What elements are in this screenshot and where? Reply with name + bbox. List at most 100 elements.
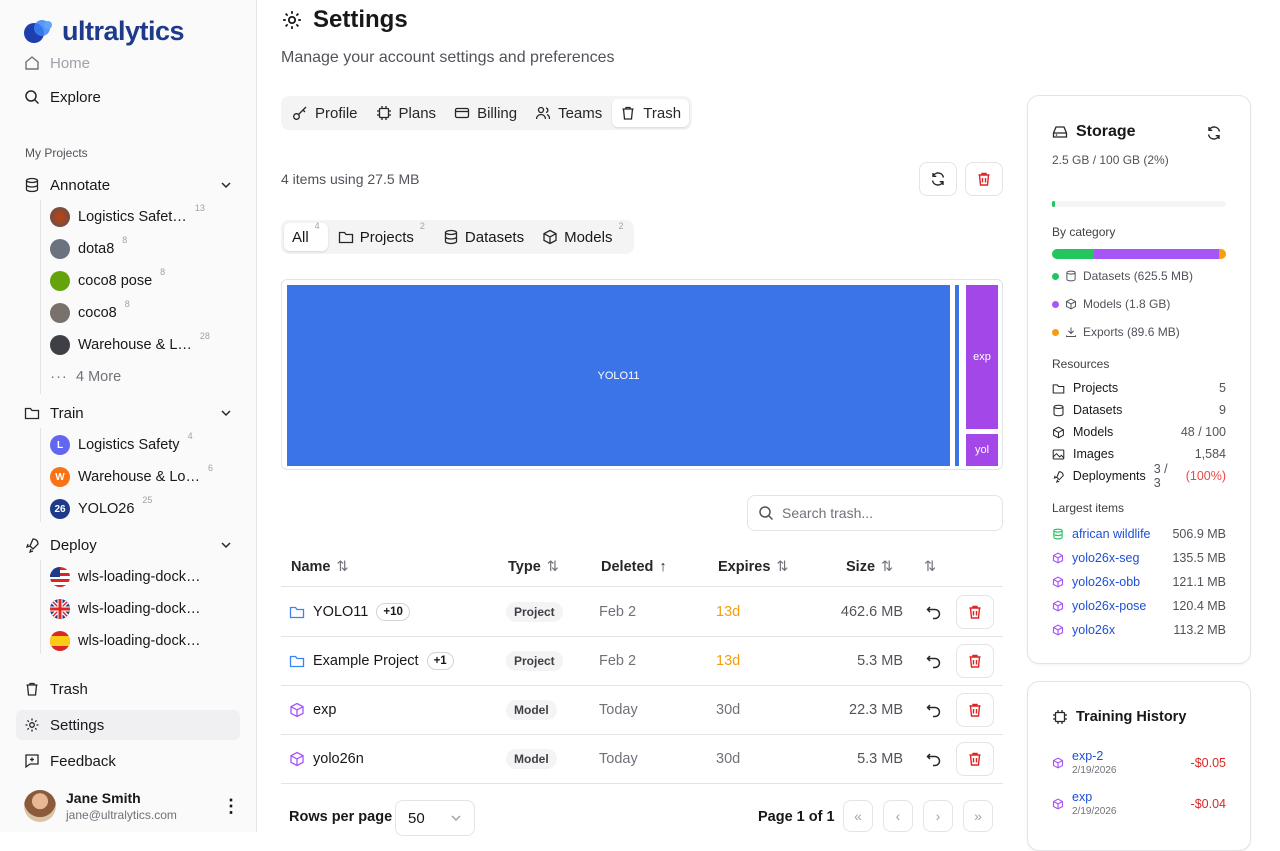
rows-per-page-select[interactable]: 50	[395, 800, 475, 836]
table-row[interactable]: Example Project +1 Project Feb 2 13d 5.3…	[281, 636, 1003, 685]
restore-button[interactable]	[926, 587, 942, 636]
storage-progress-bar	[1052, 201, 1226, 207]
train-item[interactable]: L Logistics Safety 4	[50, 431, 193, 457]
training-item[interactable]: exp 2/19/2026 -$0.04	[1052, 790, 1226, 817]
group-deploy[interactable]: Deploy	[16, 532, 240, 558]
empty-trash-button[interactable]	[965, 162, 1003, 196]
treemap-cell-exp[interactable]: exp	[966, 285, 998, 429]
train-item[interactable]: 26 YOLO26 25	[50, 495, 153, 521]
show-more-button[interactable]: ··· 4 More	[50, 365, 121, 389]
deploy-item[interactable]: wls-loading-dock…	[50, 597, 201, 621]
deploy-item[interactable]: wls-loading-dock…	[50, 565, 201, 589]
resource-label: Images	[1073, 447, 1114, 461]
nav-trash[interactable]: Trash	[16, 674, 240, 704]
group-deploy-label: Deploy	[50, 536, 97, 554]
annotate-item[interactable]: Logistics Safet… 13	[50, 203, 205, 229]
training-item[interactable]: exp-2 2/19/2026 -$0.05	[1052, 749, 1226, 776]
deploy-item[interactable]: wls-loading-dock…	[50, 629, 201, 653]
deploy-item-label: wls-loading-dock…	[78, 569, 201, 585]
user-profile[interactable]: Jane Smith jane@ultralytics.com ⋮	[24, 790, 240, 822]
treemap-cell-example-project[interactable]	[955, 285, 959, 466]
category-label: Exports (89.6 MB)	[1083, 325, 1180, 339]
largest-item-size: 113.2 MB	[1173, 623, 1226, 637]
cube-icon	[290, 751, 304, 766]
tab-trash[interactable]: Trash	[612, 99, 690, 127]
filter-datasets[interactable]: Datasets	[435, 223, 532, 251]
restore-button[interactable]	[926, 734, 942, 783]
tab-plans[interactable]: Plans	[368, 99, 445, 127]
largest-item[interactable]: yolo26x-pose 120.4 MB	[1052, 594, 1226, 618]
training-item-cost: -$0.05	[1190, 755, 1226, 770]
more-vertical-icon[interactable]: ⋮	[222, 797, 240, 815]
nav-explore[interactable]: Explore	[16, 82, 240, 112]
annotate-item-label: coco8 pose	[78, 273, 153, 289]
trash-icon	[622, 106, 634, 120]
last-page-button[interactable]: »	[963, 800, 993, 832]
train-item[interactable]: W Warehouse & Lo… 6	[50, 463, 213, 489]
refresh-button[interactable]	[919, 162, 957, 196]
tab-profile[interactable]: Profile	[284, 99, 366, 127]
nav-feedback[interactable]: Feedback	[16, 746, 240, 776]
search-input[interactable]: Search trash...	[747, 495, 1003, 531]
filter-models[interactable]: Models 2	[534, 221, 631, 251]
sidebar: ultralytics Home Explore My Projects Ann…	[0, 0, 257, 832]
column-header-name[interactable]: Name ⇅	[291, 550, 349, 584]
annotate-item-count: 28	[199, 331, 210, 341]
column-header-type[interactable]: Type ⇅	[508, 550, 559, 584]
delete-button[interactable]	[956, 643, 994, 678]
nav-home[interactable]: Home	[16, 48, 240, 78]
rocket-icon	[25, 538, 39, 553]
storage-refresh-button[interactable]	[1206, 125, 1222, 141]
project-thumbnail	[50, 207, 70, 227]
train-item-label: Warehouse & Lo…	[78, 469, 200, 485]
treemap-label: YOLO11	[597, 369, 640, 382]
largest-item[interactable]: african wildlife 506.9 MB	[1052, 522, 1226, 546]
tab-billing[interactable]: Billing	[446, 99, 525, 127]
table-row[interactable]: exp Model Today 30d 22.3 MB	[281, 685, 1003, 734]
credit-card-icon	[454, 107, 470, 119]
sort-icon: ⇅	[924, 559, 937, 575]
treemap-cell-yolo11[interactable]: YOLO11	[287, 285, 950, 466]
previous-page-button[interactable]: ‹	[883, 800, 913, 832]
annotate-item-count: 8	[160, 267, 166, 277]
treemap-cell-yolo26n[interactable]: yol	[966, 434, 998, 466]
column-header-actions[interactable]: ⇅	[924, 550, 936, 584]
cube-icon	[1052, 600, 1064, 612]
train-item-label: YOLO26	[78, 501, 135, 517]
chevron-down-icon	[221, 182, 231, 189]
delete-button[interactable]	[956, 692, 994, 727]
undo-icon	[926, 654, 941, 668]
download-icon	[1066, 327, 1076, 337]
first-page-button[interactable]: «	[843, 800, 873, 832]
restore-button[interactable]	[926, 685, 942, 734]
filter-count: 2	[419, 221, 425, 231]
brand-logo[interactable]: ultralytics	[22, 16, 185, 47]
column-header-size[interactable]: Size ⇅	[846, 550, 893, 584]
table-row[interactable]: yolo26n Model Today 30d 5.3 MB	[281, 734, 1003, 783]
annotate-item[interactable]: coco8 8	[50, 299, 130, 325]
delete-button[interactable]	[956, 741, 994, 776]
column-header-expires[interactable]: Expires ⇅	[718, 550, 789, 584]
trash-filter-tabs: All 4 Projects 2 Datasets Models 2	[281, 220, 635, 254]
annotate-item[interactable]: Warehouse & L… 28	[50, 331, 210, 357]
filter-projects[interactable]: Projects 2	[330, 221, 433, 251]
annotate-item[interactable]: dota8 8	[50, 235, 127, 261]
restore-button[interactable]	[926, 636, 942, 685]
nav-settings[interactable]: Settings	[16, 710, 240, 740]
feedback-icon	[25, 754, 39, 769]
annotate-item[interactable]: coco8 pose 8	[50, 267, 166, 293]
group-annotate[interactable]: Annotate	[16, 172, 240, 198]
largest-item[interactable]: yolo26x-seg 135.5 MB	[1052, 546, 1226, 570]
train-item-count: 25	[142, 495, 153, 505]
undo-icon	[926, 752, 941, 766]
filter-all[interactable]: All 4	[284, 221, 328, 251]
tab-teams[interactable]: Teams	[527, 99, 610, 127]
largest-item[interactable]: yolo26x-obb 121.1 MB	[1052, 570, 1226, 594]
largest-item[interactable]: yolo26x 113.2 MB	[1052, 618, 1226, 642]
table-row[interactable]: YOLO11 +10 Project Feb 2 13d 462.6 MB	[281, 587, 1003, 636]
column-header-deleted[interactable]: Deleted ↑	[601, 550, 667, 584]
group-train[interactable]: Train	[16, 400, 240, 426]
delete-button[interactable]	[956, 594, 994, 629]
next-page-button[interactable]: ›	[923, 800, 953, 832]
training-history-card: Training History exp-2 2/19/2026 -$0.05 …	[1027, 681, 1251, 851]
